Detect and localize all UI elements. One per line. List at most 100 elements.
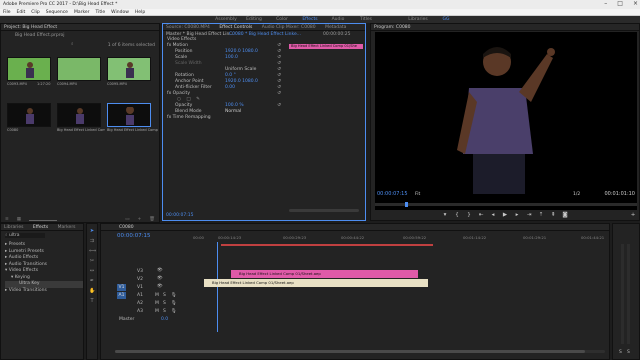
menu-title[interactable]: Title <box>96 10 106 15</box>
workspace-effects[interactable]: Effects <box>296 16 324 23</box>
program-scrub-bar[interactable] <box>375 203 637 206</box>
eye-icon[interactable]: 👁 <box>157 284 163 289</box>
export-frame-icon[interactable]: ◙ <box>561 212 569 218</box>
rect-mask-icon[interactable]: □ <box>186 97 190 102</box>
workspace-gg[interactable]: GG <box>432 16 460 23</box>
pen-tool-icon[interactable]: ✒ <box>89 278 95 284</box>
tab-metadata[interactable]: Metadata <box>325 25 346 30</box>
menu-file[interactable]: File <box>3 10 11 15</box>
clip-v2-linked-comp[interactable]: Big Head Effect Linked Comp 01/Sheet.aep <box>231 270 418 278</box>
settings-icon[interactable]: + <box>629 212 637 218</box>
timeline-ruler[interactable]: 00:00 00:00:14:23 00:00:29:23 00:00:44:2… <box>193 235 605 243</box>
tab-effects[interactable]: Effects <box>33 225 48 230</box>
close-icon[interactable]: × <box>633 0 638 7</box>
program-playhead[interactable] <box>405 202 408 207</box>
ec-time-remapping[interactable]: fx Time Remapping <box>163 115 285 121</box>
step-back-icon[interactable]: ◂ <box>489 212 497 218</box>
program-fit-select[interactable]: Fit <box>415 192 420 197</box>
track-label: A2 <box>137 301 143 306</box>
workspace-libraries[interactable]: Libraries <box>404 16 432 23</box>
workspace-assembly[interactable]: Assembly <box>212 16 240 23</box>
selection-tool-icon[interactable]: ➤ <box>89 228 95 234</box>
project-search-icon[interactable]: ⌕ <box>71 41 74 47</box>
solo-right-icon[interactable]: S <box>627 350 630 355</box>
ec-scrollbar[interactable] <box>289 209 359 212</box>
mute-icon[interactable]: M <box>155 293 159 298</box>
maximize-icon[interactable]: □ <box>617 0 623 7</box>
tab-libraries[interactable]: Libraries <box>4 225 23 230</box>
program-timecode[interactable]: 00:00:07:15 <box>377 191 408 197</box>
mute-icon[interactable]: M <box>155 309 159 314</box>
thumb-linked-comp[interactable] <box>57 103 101 127</box>
timeline-playhead[interactable] <box>217 242 218 332</box>
thumb-c0093[interactable] <box>7 57 51 81</box>
razor-tool-icon[interactable]: ✂ <box>89 258 95 264</box>
master-volume[interactable]: 0.0 <box>161 317 168 322</box>
mark-in-icon[interactable]: { <box>453 212 461 218</box>
project-panel-header[interactable]: Project: Big Head Effect <box>1 24 159 31</box>
hand-tool-icon[interactable]: ✋ <box>89 288 95 294</box>
timeline-header[interactable]: C0080 <box>101 224 609 231</box>
solo-icon[interactable]: S <box>163 301 166 306</box>
person-figure-icon <box>26 108 34 124</box>
ellipse-mask-icon[interactable]: ○ <box>177 97 181 102</box>
track-select-icon[interactable]: ⇉ <box>89 238 95 244</box>
workspace-titles[interactable]: Titles <box>352 16 380 23</box>
timeline-scrollbar[interactable] <box>115 350 605 353</box>
solo-left-icon[interactable]: S <box>619 350 622 355</box>
mark-out-icon[interactable]: } <box>465 212 473 218</box>
tab-source[interactable]: Source: C0080.MP4 <box>166 25 210 30</box>
go-to-out-icon[interactable]: ⇥ <box>525 212 533 218</box>
tab-effect-controls[interactable]: Effect Controls <box>219 25 252 30</box>
workspace-audio[interactable]: Audio <box>324 16 352 23</box>
track-a3: A3 M S 🎙 <box>115 308 191 316</box>
search-icon: ⌕ <box>5 233 8 238</box>
menu-clip[interactable]: Clip <box>31 10 40 15</box>
menu-window[interactable]: Window <box>111 10 129 15</box>
source-patch-a1[interactable]: A1 <box>117 292 126 299</box>
timeline-timecode[interactable]: 00:00:07:15 <box>117 233 151 239</box>
program-fraction-select[interactable]: 1/2 <box>573 192 580 197</box>
tab-markers[interactable]: Markers <box>58 225 76 230</box>
program-header[interactable]: Program: C0080 <box>371 24 639 31</box>
source-patch-v1[interactable]: V1 <box>117 284 126 291</box>
extract-icon[interactable]: ⇞ <box>549 212 557 218</box>
effects-panel: Libraries Effects Markers ⌕ ultra ▸ Pres… <box>0 223 84 360</box>
lift-icon[interactable]: ⇡ <box>537 212 545 218</box>
mic-icon[interactable]: 🎙 <box>171 293 177 298</box>
solo-icon[interactable]: S <box>163 309 166 314</box>
work-area-bar[interactable] <box>221 244 433 246</box>
effects-search-input[interactable]: ⌕ ultra <box>5 233 45 238</box>
minimize-icon[interactable]: – <box>604 0 607 7</box>
thumb-linked-comp-sheet[interactable] <box>107 103 151 127</box>
thumb-c0095[interactable] <box>107 57 151 81</box>
tab-audio-clip-mixer[interactable]: Audio Clip Mixer: C0080 <box>262 25 316 30</box>
mic-icon[interactable]: 🎙 <box>171 301 177 306</box>
play-icon[interactable]: ▶ <box>501 212 509 218</box>
ripple-edit-icon[interactable]: ⟺ <box>89 248 96 254</box>
menu-edit[interactable]: Edit <box>17 10 26 15</box>
add-marker-icon[interactable]: ▾ <box>441 212 449 218</box>
tools-panel: ➤ ⇉ ⟺ ✂ ↔ ✒ ✋ T <box>86 223 98 360</box>
menu-help[interactable]: Help <box>135 10 145 15</box>
type-tool-icon[interactable]: T <box>89 298 95 304</box>
eye-icon[interactable]: 👁 <box>157 276 163 281</box>
workspace-editing[interactable]: Editing <box>240 16 268 23</box>
thumb-c0080[interactable] <box>7 103 51 127</box>
clip-v1-linked-comp[interactable]: Big Head Effect Linked Comp 01/Sheet.aep <box>204 279 428 287</box>
step-forward-icon[interactable]: ▸ <box>513 212 521 218</box>
menu-sequence[interactable]: Sequence <box>46 10 68 15</box>
workspace-color[interactable]: Color <box>268 16 296 23</box>
thumb-c0094[interactable] <box>57 57 101 81</box>
tree-video-transitions[interactable]: ▸ Video Transitions <box>5 288 83 295</box>
menu-marker[interactable]: Marker <box>74 10 90 15</box>
solo-icon[interactable]: S <box>163 293 166 298</box>
go-to-in-icon[interactable]: ⇤ <box>477 212 485 218</box>
timeline-scroll-thumb[interactable] <box>115 350 585 353</box>
slip-tool-icon[interactable]: ↔ <box>89 268 95 274</box>
thumb-label: C0093.MP4 <box>7 82 27 86</box>
pen-mask-icon[interactable]: ✎ <box>196 97 200 102</box>
mic-icon[interactable]: 🎙 <box>171 309 177 314</box>
eye-icon[interactable]: 👁 <box>157 268 163 273</box>
mute-icon[interactable]: M <box>155 301 159 306</box>
